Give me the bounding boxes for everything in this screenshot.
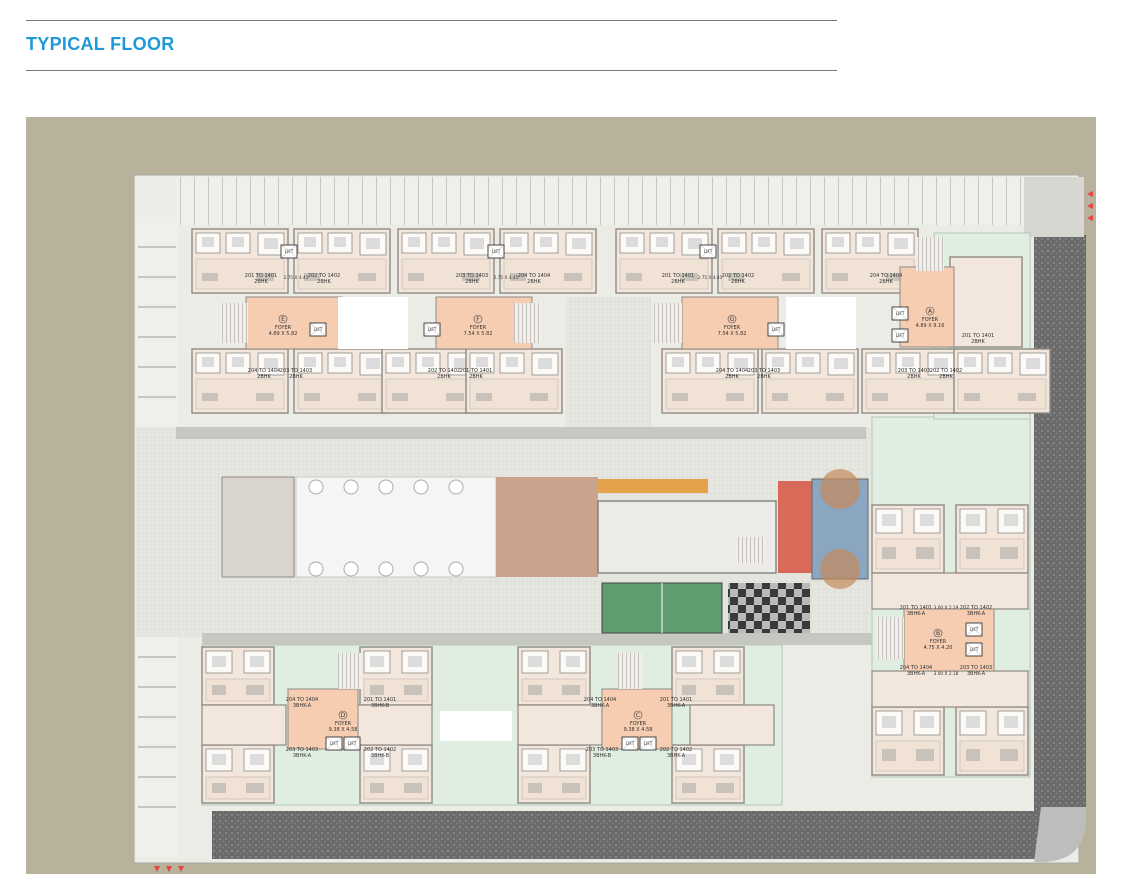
svg-text:4.75 X 4.20: 4.75 X 4.20 xyxy=(924,645,953,651)
svg-text:B: B xyxy=(936,630,940,637)
svg-text:9.38 X 4.58: 9.38 X 4.58 xyxy=(624,727,653,733)
svg-text:9.38 X 4.58: 9.38 X 4.58 xyxy=(329,727,358,733)
header-rule-top xyxy=(26,20,837,21)
svg-text:2BHK: 2BHK xyxy=(671,279,685,285)
svg-text:LIFT: LIFT xyxy=(492,249,501,255)
svg-text:2BHK: 2BHK xyxy=(254,279,268,285)
svg-text:F: F xyxy=(476,316,480,323)
svg-text:2BHK: 2BHK xyxy=(469,374,483,380)
svg-text:3BHK-A: 3BHK-A xyxy=(667,753,686,759)
svg-text:3BHK-A: 3BHK-A xyxy=(667,703,686,709)
svg-text:2BHK: 2BHK xyxy=(317,279,331,285)
svg-text:2BHK: 2BHK xyxy=(731,279,745,285)
svg-text:C: C xyxy=(636,712,640,719)
svg-text:G: G xyxy=(730,316,735,323)
svg-text:2BHK: 2BHK xyxy=(527,279,541,285)
svg-text:3BHK-A: 3BHK-A xyxy=(967,671,986,677)
parking-top xyxy=(176,177,1026,225)
header-rule-bottom xyxy=(26,70,837,71)
svg-text:3BHK-A: 3BHK-A xyxy=(293,703,312,709)
svg-text:E: E xyxy=(281,316,285,323)
play-area xyxy=(778,481,812,573)
svg-text:3BHK-A: 3BHK-A xyxy=(967,611,986,617)
court-circle-bottom xyxy=(820,549,860,589)
svg-text:LIFT: LIFT xyxy=(970,647,979,653)
plaza xyxy=(295,476,497,578)
svg-text:LIFT: LIFT xyxy=(644,741,653,747)
svg-text:3.00 X 2.19: 3.00 X 2.19 xyxy=(934,605,959,611)
chess-board xyxy=(728,583,810,633)
svg-text:LIFT: LIFT xyxy=(348,741,357,747)
svg-text:3BHK-B: 3BHK-B xyxy=(371,753,390,759)
central-corridor xyxy=(176,427,866,439)
svg-text:3BHK-A: 3BHK-A xyxy=(591,703,610,709)
svg-text:4.89 X 5.82: 4.89 X 5.82 xyxy=(269,331,298,337)
seating-strip xyxy=(598,479,708,493)
foyer-B xyxy=(903,608,995,672)
svg-text:LIFT: LIFT xyxy=(285,249,294,255)
svg-text:D: D xyxy=(341,712,346,719)
svg-text:2.75 X 4.41: 2.75 X 4.41 xyxy=(284,275,309,281)
svg-text:3BHK-B: 3BHK-B xyxy=(593,753,612,759)
svg-text:LIFT: LIFT xyxy=(626,741,635,747)
clubhouse-stair xyxy=(736,537,766,563)
gravel-right xyxy=(1034,235,1086,815)
svg-text:2BHK: 2BHK xyxy=(465,279,479,285)
page-title: TYPICAL FLOOR xyxy=(26,34,175,54)
svg-text:2.75 X 4.41: 2.75 X 4.41 xyxy=(698,275,723,281)
foyer-E xyxy=(245,296,343,350)
svg-text:2BHK: 2BHK xyxy=(971,339,985,345)
svg-text:LIFT: LIFT xyxy=(330,741,339,747)
site-plan: 201 TO 1401 2BHK 2.75 X 4.41 202 TO 1402… xyxy=(26,117,1096,874)
gravel-bottom xyxy=(212,811,1042,859)
central-corridor-bottom xyxy=(202,633,872,645)
svg-text:3.00 X 2.18: 3.00 X 2.18 xyxy=(934,671,959,677)
svg-text:2BHK: 2BHK xyxy=(907,374,921,380)
svg-text:3BHK-B: 3BHK-B xyxy=(371,703,390,709)
svg-text:3BHK-A: 3BHK-A xyxy=(907,671,926,677)
svg-text:7.54 X 5.82: 7.54 X 5.82 xyxy=(718,331,747,337)
court-circle-top xyxy=(820,469,860,509)
svg-text:LIFT: LIFT xyxy=(896,333,905,339)
svg-text:3BHK-A: 3BHK-A xyxy=(907,611,926,617)
svg-text:2BHK: 2BHK xyxy=(257,374,271,380)
svg-text:LIFT: LIFT xyxy=(314,327,323,333)
svg-text:2BHK: 2BHK xyxy=(289,374,303,380)
svg-text:2BHK: 2BHK xyxy=(437,374,451,380)
svg-text:LIFT: LIFT xyxy=(970,627,979,633)
svg-text:LIFT: LIFT xyxy=(428,327,437,333)
foyer-G xyxy=(681,296,779,350)
svg-text:2BHK: 2BHK xyxy=(879,279,893,285)
svg-text:LIFT: LIFT xyxy=(772,327,781,333)
svg-text:7.54 X 5.82: 7.54 X 5.82 xyxy=(464,331,493,337)
svg-text:LIFT: LIFT xyxy=(704,249,713,255)
walkway-north-south xyxy=(566,297,651,427)
entry-zone xyxy=(1024,177,1084,237)
wooden-deck xyxy=(496,477,598,577)
svg-text:2BHK: 2BHK xyxy=(939,374,953,380)
svg-text:2BHK: 2BHK xyxy=(757,374,771,380)
pergola xyxy=(221,476,295,578)
svg-text:2BHK: 2BHK xyxy=(725,374,739,380)
svg-text:4.89 X 9.16: 4.89 X 9.16 xyxy=(916,323,945,329)
svg-text:2.75 X 4.41: 2.75 X 4.41 xyxy=(494,275,519,281)
svg-text:LIFT: LIFT xyxy=(896,311,905,317)
svg-text:3BHK-A: 3BHK-A xyxy=(293,753,312,759)
